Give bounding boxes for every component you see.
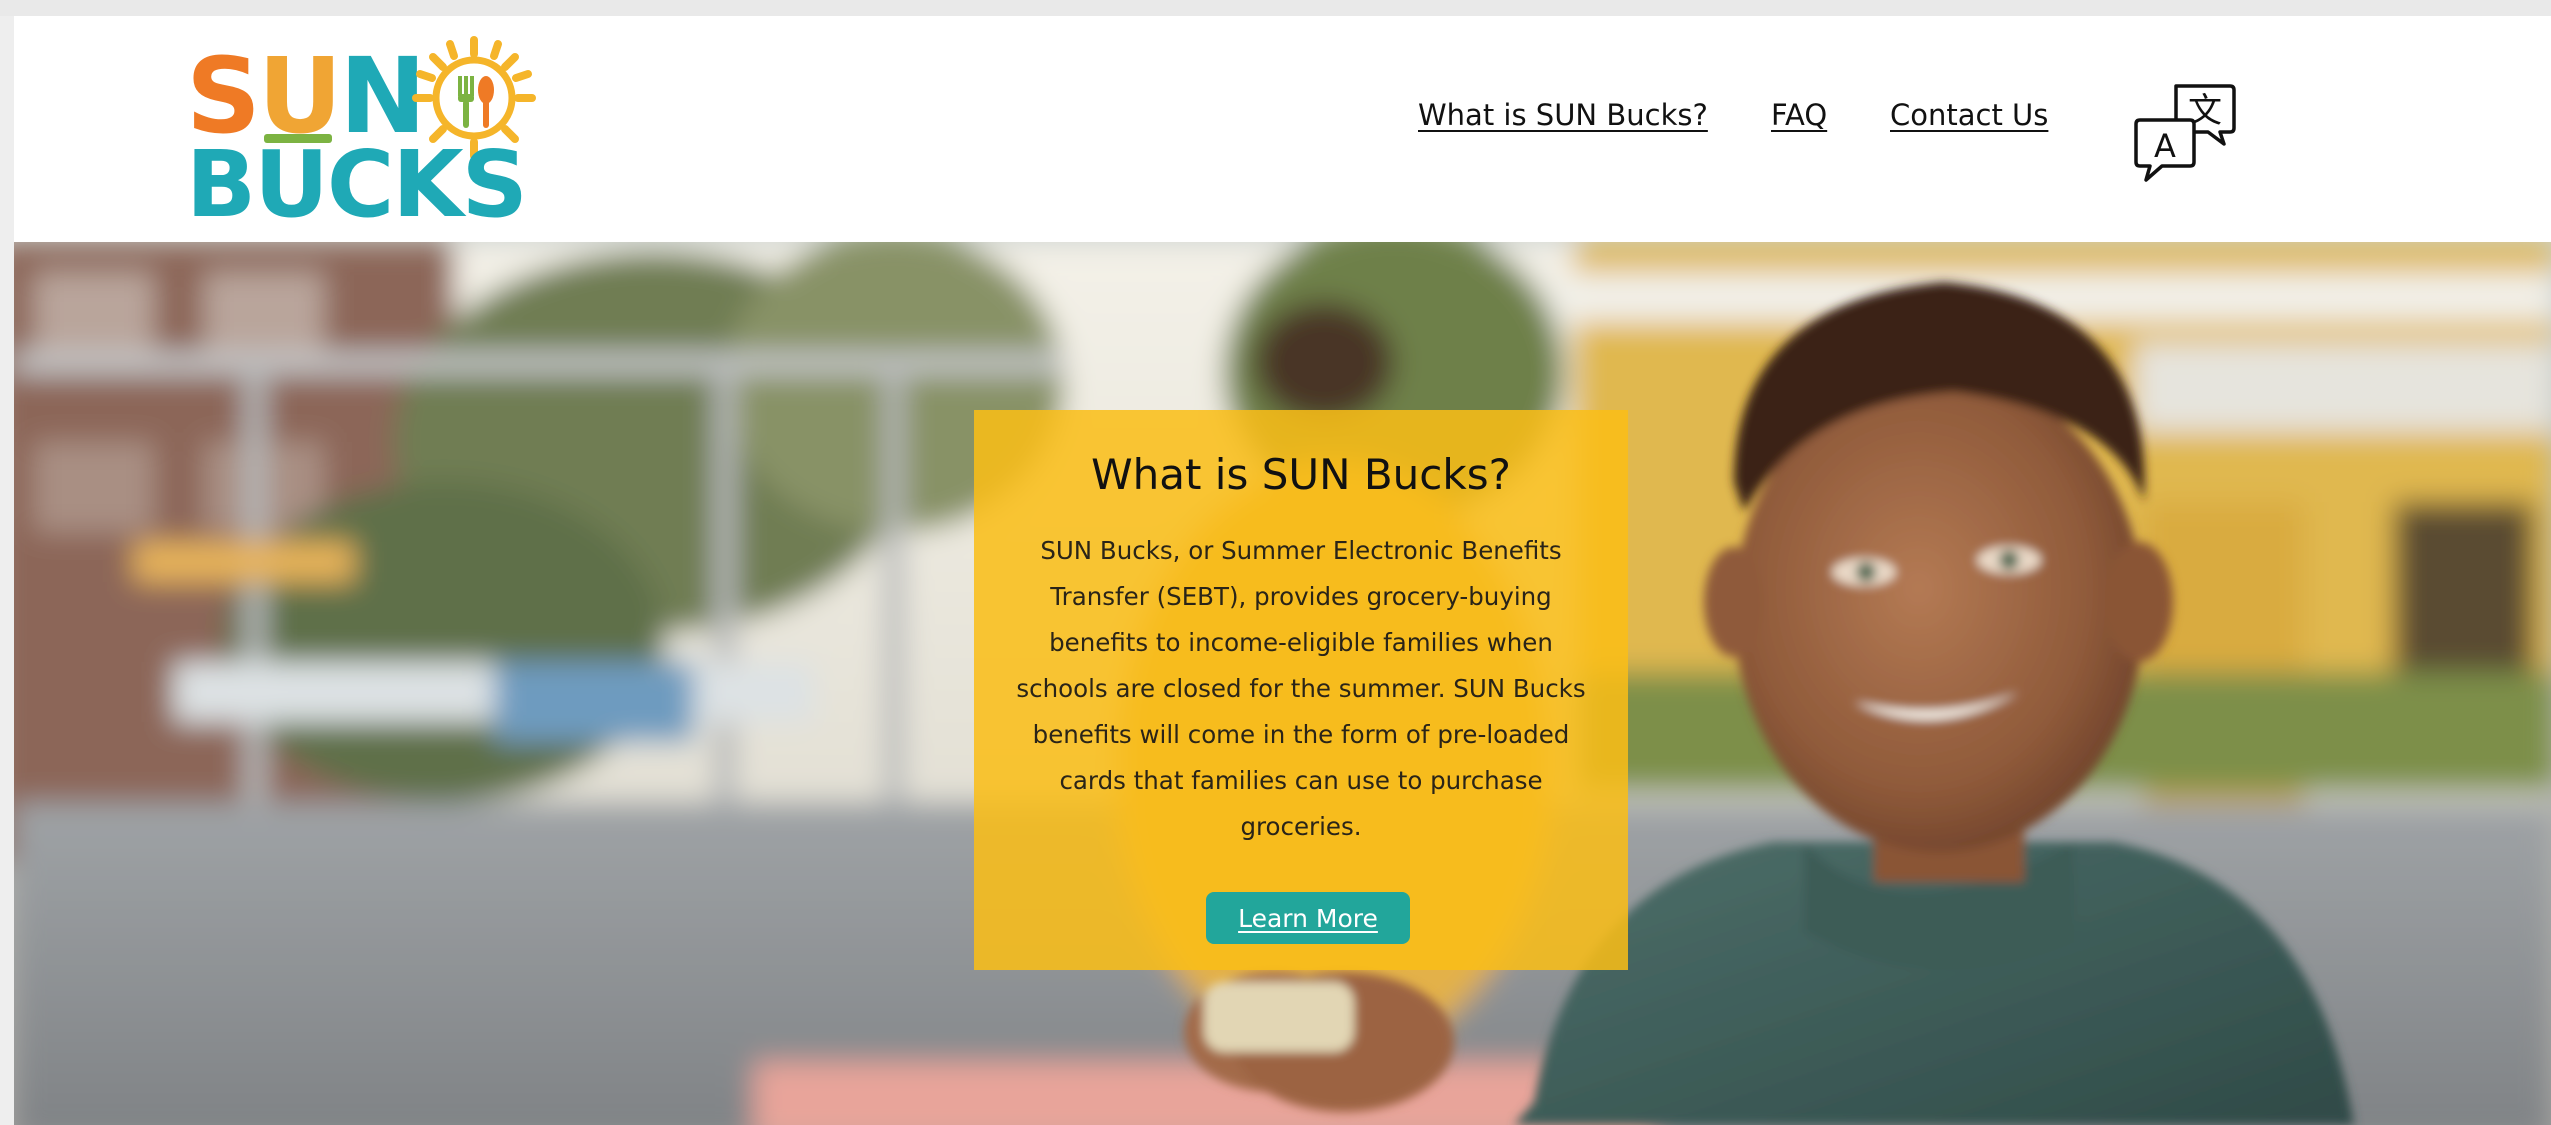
logo-bottom-word: BUCKS bbox=[186, 131, 528, 238]
page-left-edge bbox=[0, 16, 14, 1125]
nav-link-faq[interactable]: FAQ bbox=[1771, 98, 1827, 132]
card-title: What is SUN Bucks? bbox=[1091, 450, 1511, 499]
card-description: SUN Bucks, or Summer Electronic Benefits… bbox=[1016, 536, 1586, 842]
sun-bucks-logo[interactable]: SUN BUCKS bbox=[174, 26, 549, 234]
what-is-sun-bucks-card: What is SUN Bucks? SUN Bucks, or Summer … bbox=[974, 410, 1628, 970]
learn-more-button[interactable]: Learn More bbox=[1206, 892, 1410, 944]
translate-icon[interactable]: 文 A bbox=[2132, 80, 2238, 186]
translate-glyph-a: A bbox=[2154, 127, 2176, 165]
nav-link-what-is-sun-bucks[interactable]: What is SUN Bucks? bbox=[1418, 98, 1708, 132]
nav-link-contact-us[interactable]: Contact Us bbox=[1890, 98, 2048, 132]
hero-section: What is SUN Bucks? SUN Bucks, or Summer … bbox=[14, 242, 2551, 1125]
site-header: SUN BUCKS What is SUN Bucks? FAQ Contact… bbox=[14, 16, 2551, 242]
browser-top-strip bbox=[0, 0, 2551, 16]
